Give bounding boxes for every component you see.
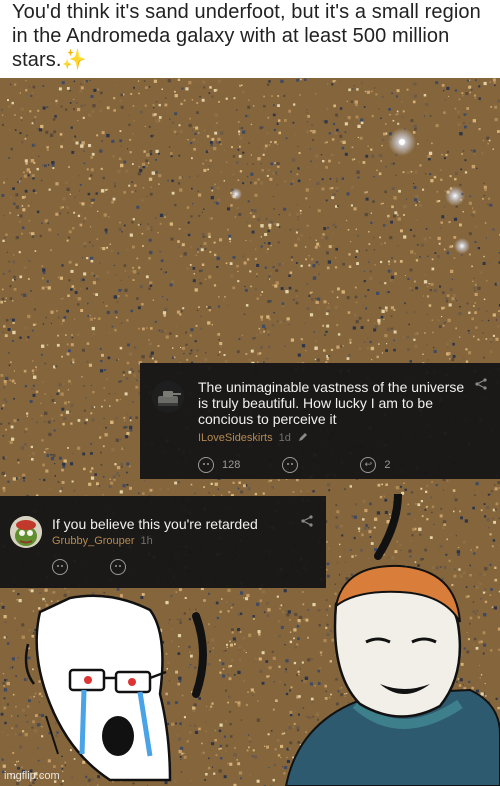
watermark: imgflip.com — [4, 770, 60, 782]
share-icon[interactable] — [474, 377, 488, 391]
downvote-face-icon[interactable] — [282, 457, 299, 473]
comment-text: The unimaginable vastness of the univers… — [198, 379, 465, 427]
sparkles-icon: ✨ — [61, 49, 87, 71]
avatar[interactable] — [152, 381, 184, 413]
tank-avatar-icon — [152, 381, 184, 413]
upvote-face-icon[interactable] — [198, 457, 214, 473]
wojak-illustration — [24, 494, 500, 786]
comment-time: 1d — [278, 432, 291, 444]
meme-caption: You'd think it's sand underfoot, but it'… — [12, 0, 488, 72]
upvote-count: 128 — [222, 459, 241, 471]
smug-wojak — [284, 564, 500, 786]
comment-username[interactable]: ILoveSideskirts — [198, 432, 273, 444]
comment-card-1: The unimaginable vastness of the univers… — [140, 363, 500, 479]
reply-icon[interactable]: ↩ — [360, 457, 377, 473]
edit-icon — [298, 433, 307, 441]
reply-count: 2 — [384, 459, 391, 471]
crying-wojak — [24, 594, 172, 782]
comment-meta: ILoveSideskirts 1d — [198, 432, 308, 444]
comment-actions: 128 ↩ 2 — [198, 457, 390, 473]
